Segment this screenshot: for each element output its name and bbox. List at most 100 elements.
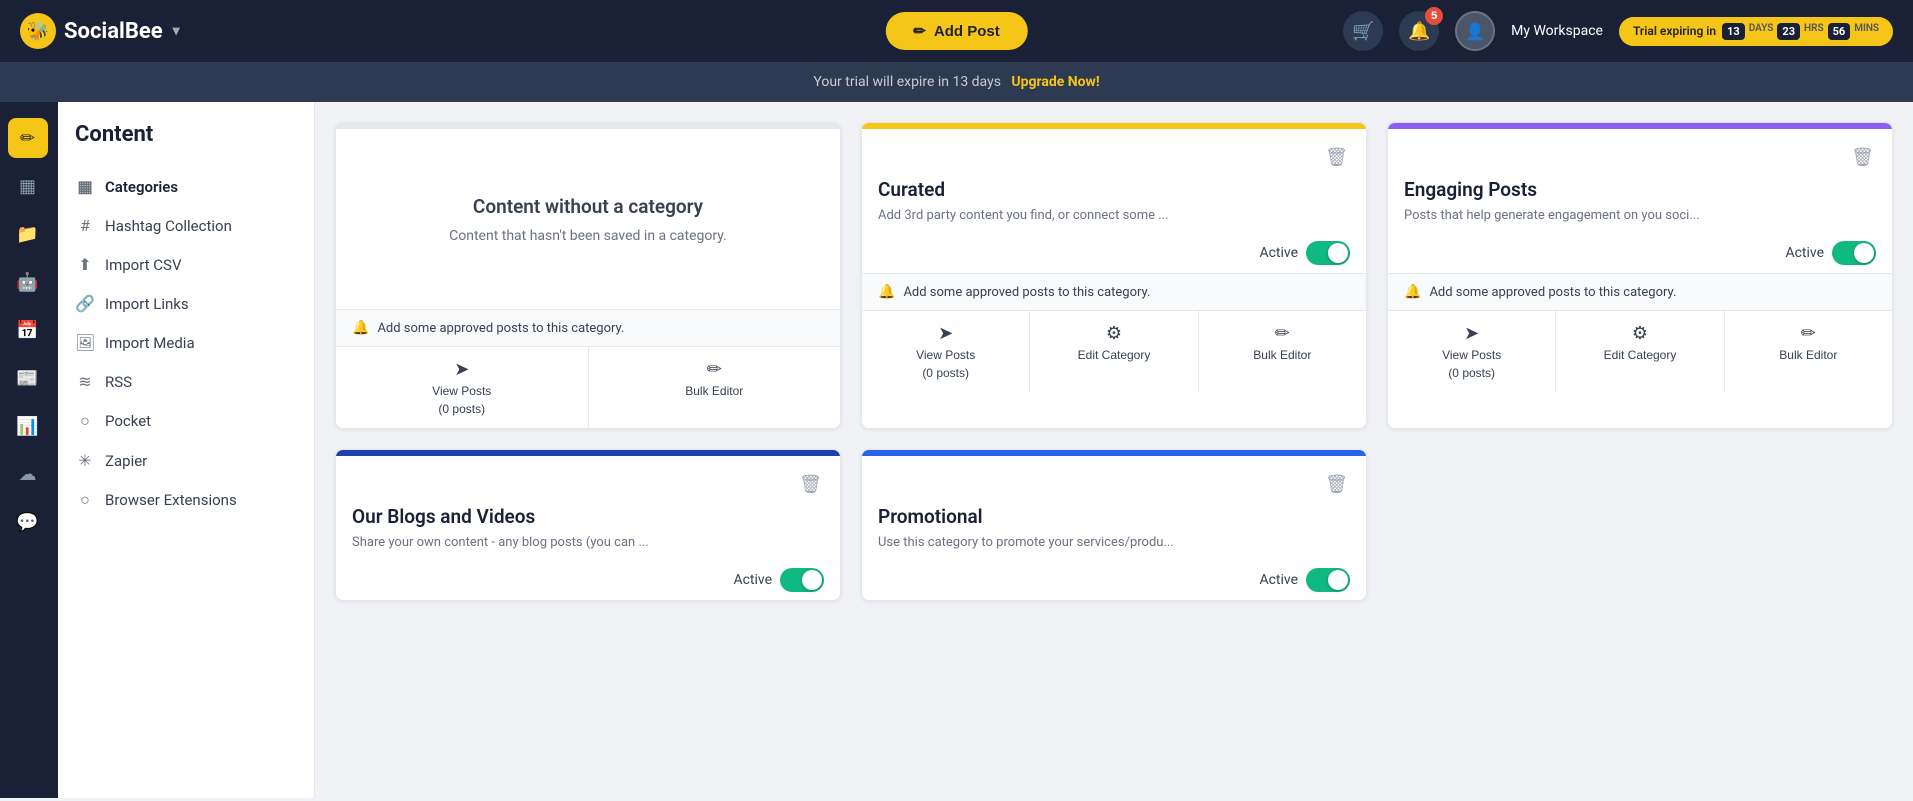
notification-button[interactable]: 🔔 5 [1399,11,1439,51]
sidebar-item-content[interactable]: ✏ [8,118,48,158]
engaging-notification: 🔔 Add some approved posts to this catego… [1388,273,1892,310]
workspace-label[interactable]: My Workspace [1511,23,1603,39]
sidebar-item-import-media[interactable]: 🖼 Import Media [55,323,314,362]
no-category-notification: 🔔 Add some approved posts to this catego… [336,309,840,346]
sidebar-label-zapier: Zapier [105,452,147,470]
gear-icon: ⚙ [1106,323,1122,344]
promotional-title-area: Promotional Use this category to promote… [862,505,1366,560]
sidebar-item-zapier[interactable]: ✳ Zapier [55,441,314,480]
no-category-inner: Content without a category Content that … [336,129,840,309]
zapier-icon: ✳ [75,451,95,470]
user-icon: 👤 [1465,22,1485,41]
bell-icon: 🔔 [878,284,895,300]
engaging-toggle[interactable] [1832,241,1876,265]
curated-bulk-editor-button[interactable]: ✏ Bulk Editor [1199,311,1366,392]
sidebar-item-robot[interactable]: 🤖 [8,262,48,302]
cards-grid: Content without a category Content that … [335,122,1893,601]
engaging-bulk-editor-button[interactable]: ✏ Bulk Editor [1725,311,1892,392]
curated-toggle[interactable] [1306,241,1350,265]
sidebar-item-hashtag-collection[interactable]: # Hashtag Collection [55,206,314,245]
promotional-delete-button[interactable]: 🗑 [1323,472,1350,497]
cart-button[interactable]: 🛒 [1343,11,1383,51]
curated-edit-category-button[interactable]: ⚙ Edit Category [1030,311,1198,392]
sidebar-nav: ▦ Categories # Hashtag Collection ⬆ Impo… [55,159,314,528]
sidebar-item-import-csv[interactable]: ⬆ Import CSV [55,245,314,284]
app-name: SocialBee [64,19,163,44]
sidebar-item-calendar[interactable]: 📅 [8,310,48,350]
no-category-view-posts-button[interactable]: ➤ View Posts (0 posts) [336,347,589,428]
sidebar-item-categories[interactable]: ▦ Categories [55,167,314,206]
engaging-notification-text: Add some approved posts to this category… [1429,285,1676,300]
sidebar-item-browser-extensions[interactable]: ○ Browser Extensions [55,480,314,520]
our-blogs-active-label: Active [733,572,772,588]
curated-view-posts-button[interactable]: ➤ View Posts (0 posts) [862,311,1030,392]
curated-desc: Add 3rd party content you find, or conne… [878,207,1350,225]
logo-icon: 🐝 [20,13,56,49]
edit-icon: ✏ [1275,323,1290,344]
engaging-edit-category-button[interactable]: ⚙ Edit Category [1556,311,1724,392]
hashtag-icon: # [75,216,95,235]
sidebar-label-hashtag: Hashtag Collection [105,217,232,235]
edit-icon: ✏ [1801,323,1816,344]
edit-icon: ✏ [707,359,722,380]
send-icon: ➤ [1464,323,1479,344]
engaging-desc: Posts that help generate engagement on y… [1404,207,1876,225]
trial-time: 13 DAYS 23 HRS 56 MINS [1722,23,1879,40]
user-avatar[interactable]: 👤 [1455,11,1495,51]
cart-icon: 🛒 [1352,21,1374,42]
no-category-bulk-editor-button[interactable]: ✏ Bulk Editor [589,347,841,428]
sidebar-item-chart[interactable]: 📊 [8,406,48,446]
sidebar-item-folder[interactable]: 📁 [8,214,48,254]
chevron-down-icon[interactable]: ▾ [173,23,180,39]
sidebar: Content ▦ Categories # Hashtag Collectio… [55,102,315,798]
curated-active-label: Active [1259,245,1298,261]
sidebar-item-pocket[interactable]: ○ Pocket [55,401,314,441]
bell-icon: 🔔 [1408,21,1430,42]
sidebar-label-import-media: Import Media [105,334,195,352]
engaging-title: Engaging Posts [1404,178,1876,201]
no-category-actions: ➤ View Posts (0 posts) ✏ Bulk Editor [336,346,840,428]
pocket-icon: ○ [75,411,95,431]
promotional-active-label: Active [1259,572,1298,588]
sidebar-item-dashboard[interactable]: ▦ [8,166,48,206]
no-category-card: Content without a category Content that … [335,122,841,429]
sidebar-item-import-links[interactable]: 🔗 Import Links [55,284,314,323]
upgrade-link[interactable]: Upgrade Now! [1011,74,1099,90]
add-post-button[interactable]: ✏ Add Post [885,12,1027,50]
sidebar-accent-bar [55,102,58,798]
promotional-toggle[interactable] [1306,568,1350,592]
sidebar-item-newspaper[interactable]: 📰 [8,358,48,398]
curated-card: 🗑 Curated Add 3rd party content you find… [861,122,1367,429]
curated-delete-button[interactable]: 🗑 [1323,145,1350,170]
our-blogs-delete-button[interactable]: 🗑 [797,472,824,497]
promotional-card-header: 🗑 [862,456,1366,505]
engaging-posts-card: 🗑 Engaging Posts Posts that help generat… [1387,122,1893,429]
our-blogs-toggle[interactable] [780,568,824,592]
our-blogs-title-area: Our Blogs and Videos Share your own cont… [336,505,840,560]
edit-icon: ✏ [913,22,926,40]
sidebar-label-categories: Categories [105,178,178,196]
our-blogs-toggle-row: Active [336,560,840,600]
our-blogs-desc: Share your own content - any blog posts … [352,534,824,552]
curated-card-header: 🗑 [862,129,1366,178]
no-category-title: Content without a category [356,195,820,218]
engaging-title-area: Engaging Posts Posts that help generate … [1388,178,1892,233]
our-blogs-card: 🗑 Our Blogs and Videos Share your own co… [335,449,841,601]
engaging-actions: ➤ View Posts (0 posts) ⚙ Edit Category ✏… [1388,310,1892,392]
promotional-card: 🗑 Promotional Use this category to promo… [861,449,1367,601]
import-media-icon: 🖼 [75,333,95,352]
logo-area[interactable]: 🐝 SocialBee ▾ [20,13,1343,49]
curated-title-area: Curated Add 3rd party content you find, … [862,178,1366,233]
main-layout: ✏ ▦ 📁 🤖 📅 📰 📊 ☁ 💬 Content ▦ Categories #… [0,102,1913,798]
engaging-delete-button[interactable]: 🗑 [1849,145,1876,170]
sidebar-item-rss[interactable]: ≋ RSS [55,362,314,401]
trial-banner: Your trial will expire in 13 days Upgrad… [0,62,1913,102]
sidebar-label-pocket: Pocket [105,412,151,430]
promotional-toggle-row: Active [862,560,1366,600]
no-category-desc: Content that hasn't been saved in a cate… [356,228,820,244]
curated-actions: ➤ View Posts (0 posts) ⚙ Edit Category ✏… [862,310,1366,392]
engaging-view-posts-button[interactable]: ➤ View Posts (0 posts) [1388,311,1556,392]
browser-extensions-icon: ○ [75,490,95,510]
sidebar-item-chat[interactable]: 💬 [8,502,48,542]
sidebar-item-cloud[interactable]: ☁ [8,454,48,494]
